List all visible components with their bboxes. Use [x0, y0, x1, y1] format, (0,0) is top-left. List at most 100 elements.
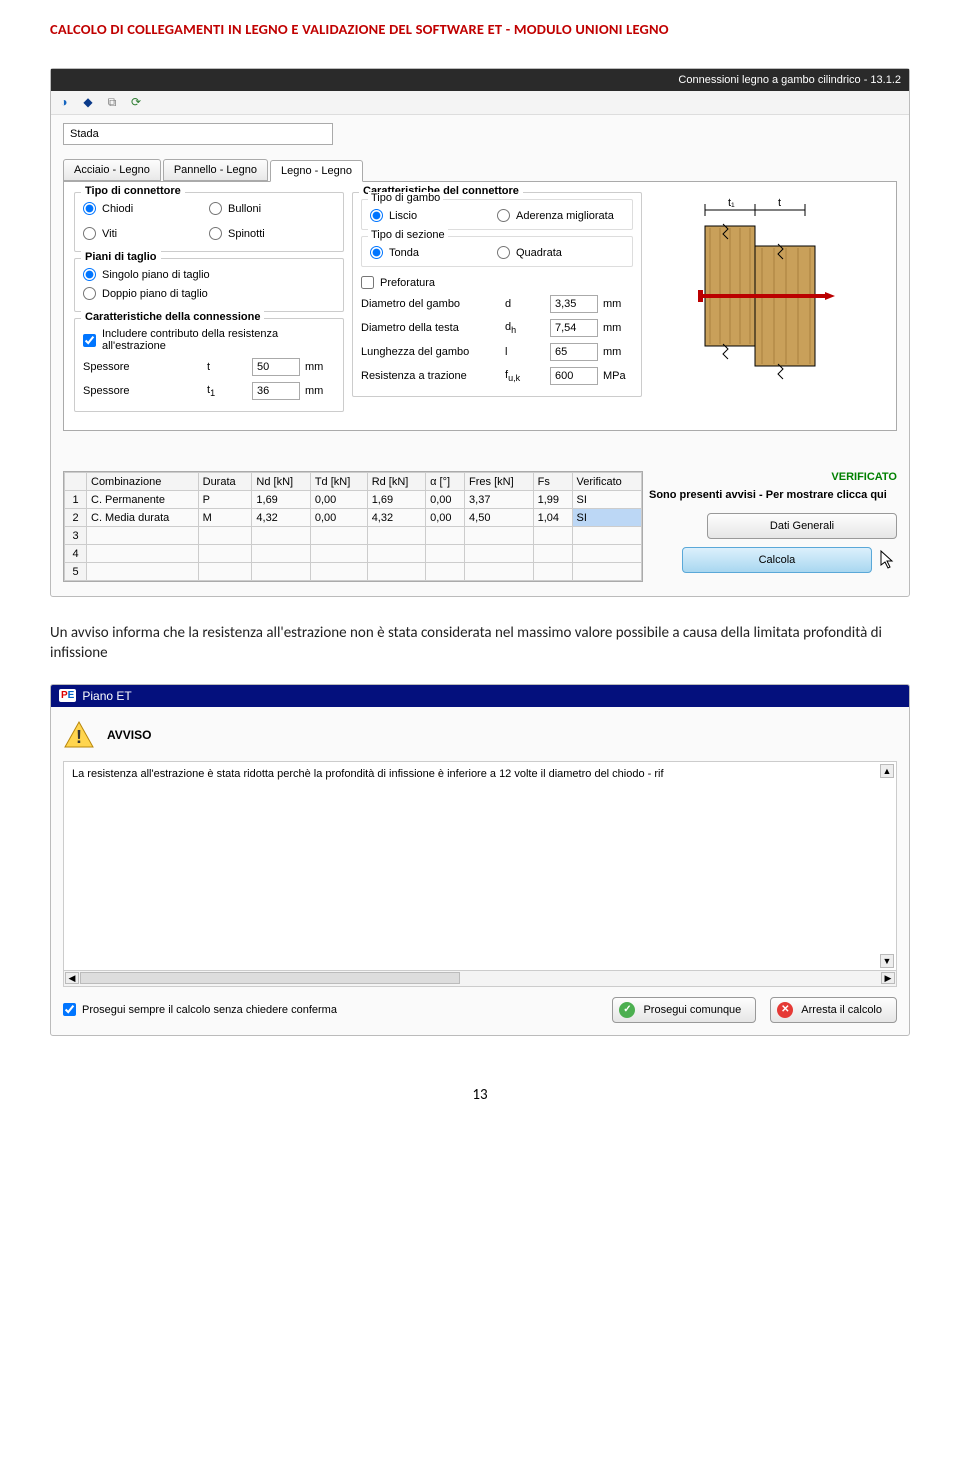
- check-prosegui-sempre[interactable]: Prosegui sempre il calcolo senza chieder…: [63, 1003, 337, 1016]
- radio-label: Chiodi: [102, 203, 133, 215]
- tipo-sezione-group: Tipo di sezione Tonda Quadrata: [361, 236, 633, 267]
- radio-chiodi[interactable]: Chiodi: [83, 199, 209, 218]
- param-input[interactable]: [252, 382, 300, 400]
- group-legend: Caratteristiche della connessione: [81, 311, 264, 323]
- table-cell: [87, 563, 199, 581]
- table-cell: 0,00: [310, 491, 367, 509]
- warning-icon: !: [63, 719, 95, 751]
- param-diametro-testa: Diametro della testa dh mm: [361, 316, 633, 340]
- tab-acciaio-legno[interactable]: Acciaio - Legno: [63, 159, 161, 181]
- scroll-down-icon[interactable]: ▼: [880, 954, 894, 968]
- radio-doppio-piano[interactable]: Doppio piano di taglio: [83, 284, 335, 303]
- connection-diagram: t₁ t: [650, 198, 886, 388]
- back-icon[interactable]: ◑: [55, 94, 73, 112]
- table-row[interactable]: 1C. PermanenteP1,690,001,690,003,371,99S…: [65, 491, 642, 509]
- radio-viti[interactable]: Viti: [83, 224, 209, 243]
- caratteristiche-connessione-group: Caratteristiche della connessione Includ…: [74, 318, 344, 412]
- param-symbol: t: [207, 361, 247, 373]
- param-resistenza-trazione: Resistenza a trazione fu,k MPa: [361, 364, 633, 388]
- table-cell: 3,37: [465, 491, 534, 509]
- param-label: Spessore: [83, 385, 202, 397]
- table-cell: [367, 545, 425, 563]
- table-cell: 4: [65, 545, 87, 563]
- table-row[interactable]: 3: [65, 527, 642, 545]
- table-cell: [426, 545, 465, 563]
- results-table[interactable]: CombinazioneDurataNd [kN]Td [kN]Rd [kN]α…: [64, 472, 642, 581]
- table-cell: 4,32: [252, 509, 310, 527]
- status-verificato: VERIFICATO: [649, 471, 897, 483]
- check-includere-estrazione[interactable]: Includere contributo della resistenza al…: [83, 325, 335, 355]
- table-cell: [198, 527, 252, 545]
- table-cell: 5: [65, 563, 87, 581]
- table-cell: 1,04: [533, 509, 572, 527]
- table-cell: [198, 545, 252, 563]
- check-label: Includere contributo della resistenza al…: [102, 328, 335, 352]
- warnings-link[interactable]: Sono presenti avvisi - Per mostrare clic…: [649, 489, 897, 501]
- body-paragraph: Un avviso informa che la resistenza all'…: [50, 623, 910, 664]
- check-preforatura[interactable]: Preforatura: [361, 273, 633, 292]
- calcola-button[interactable]: Calcola: [682, 547, 872, 573]
- radio-label: Doppio piano di taglio: [102, 288, 208, 300]
- radio-quadrata[interactable]: Quadrata: [497, 243, 624, 262]
- param-symbol: l: [505, 346, 545, 358]
- tab-pannello-legno[interactable]: Pannello - Legno: [163, 159, 268, 181]
- piani-taglio-group: Piani di taglio Singolo piano di taglio …: [74, 258, 344, 312]
- param-symbol: fu,k: [505, 369, 545, 383]
- table-row[interactable]: 4: [65, 545, 642, 563]
- param-unit: MPa: [603, 370, 633, 382]
- table-cell: [310, 527, 367, 545]
- radio-tonda[interactable]: Tonda: [370, 243, 497, 262]
- radio-label: Tonda: [389, 247, 419, 259]
- radio-singolo-piano[interactable]: Singolo piano di taglio: [83, 265, 335, 284]
- scroll-right-icon[interactable]: ▶: [881, 972, 895, 984]
- scroll-up-icon[interactable]: ▲: [880, 764, 894, 778]
- horizontal-scrollbar[interactable]: ◀ ▶: [63, 971, 897, 987]
- page-header: CALCOLO DI COLLEGAMENTI IN LEGNO E VALID…: [50, 20, 910, 38]
- warning-message-text: La resistenza all'estrazione è stata rid…: [72, 768, 664, 780]
- scroll-thumb[interactable]: [80, 972, 460, 984]
- table-row[interactable]: 5: [65, 563, 642, 581]
- radio-aderenza[interactable]: Aderenza migliorata: [497, 206, 624, 225]
- scroll-left-icon[interactable]: ◀: [65, 972, 79, 984]
- param-spessore-t1: Spessore t1 mm: [83, 379, 335, 403]
- radio-spinotti[interactable]: Spinotti: [209, 224, 335, 243]
- radio-liscio[interactable]: Liscio: [370, 206, 497, 225]
- param-unit: mm: [603, 322, 633, 334]
- param-input[interactable]: [550, 343, 598, 361]
- screenshot-panel-2: PE Piano ET ! AVVISO La resistenza all'e…: [50, 684, 910, 1036]
- param-input[interactable]: [550, 367, 598, 385]
- button-label: Arresta il calcolo: [801, 1004, 882, 1016]
- table-cell: 1,69: [252, 491, 310, 509]
- table-cell: 4,32: [367, 509, 425, 527]
- svg-text:!: !: [76, 727, 82, 747]
- table-cell: SI: [572, 491, 641, 509]
- table-header: α [°]: [426, 473, 465, 491]
- table-cell: [572, 527, 641, 545]
- table-row[interactable]: 2C. Media durataM4,320,004,320,004,501,0…: [65, 509, 642, 527]
- copy-icon[interactable]: ⧉: [103, 94, 121, 112]
- refresh-icon[interactable]: ⟳: [127, 94, 145, 112]
- param-input[interactable]: [252, 358, 300, 376]
- table-cell: [252, 527, 310, 545]
- tab-legno-legno[interactable]: Legno - Legno: [270, 160, 363, 182]
- radio-label: Liscio: [389, 210, 417, 222]
- warning-message-box[interactable]: La resistenza all'estrazione è stata rid…: [63, 761, 897, 971]
- param-input[interactable]: [550, 319, 598, 337]
- table-cell: [310, 545, 367, 563]
- table-cell: C. Permanente: [87, 491, 199, 509]
- name-input[interactable]: [63, 123, 333, 145]
- table-cell: 1,69: [367, 491, 425, 509]
- arresta-button[interactable]: ✕ Arresta il calcolo: [770, 997, 897, 1023]
- table-header: Td [kN]: [310, 473, 367, 491]
- dati-generali-button[interactable]: Dati Generali: [707, 513, 897, 539]
- diamond-icon[interactable]: ◆: [79, 94, 97, 112]
- dialog-title: Piano ET: [82, 689, 131, 703]
- table-cell: SI: [572, 509, 641, 527]
- table-cell: [367, 563, 425, 581]
- radio-bulloni[interactable]: Bulloni: [209, 199, 335, 218]
- prosegui-button[interactable]: ✓ Prosegui comunque: [612, 997, 756, 1023]
- radio-label: Aderenza migliorata: [516, 210, 614, 222]
- param-input[interactable]: [550, 295, 598, 313]
- table-cell: [426, 527, 465, 545]
- table-cell: C. Media durata: [87, 509, 199, 527]
